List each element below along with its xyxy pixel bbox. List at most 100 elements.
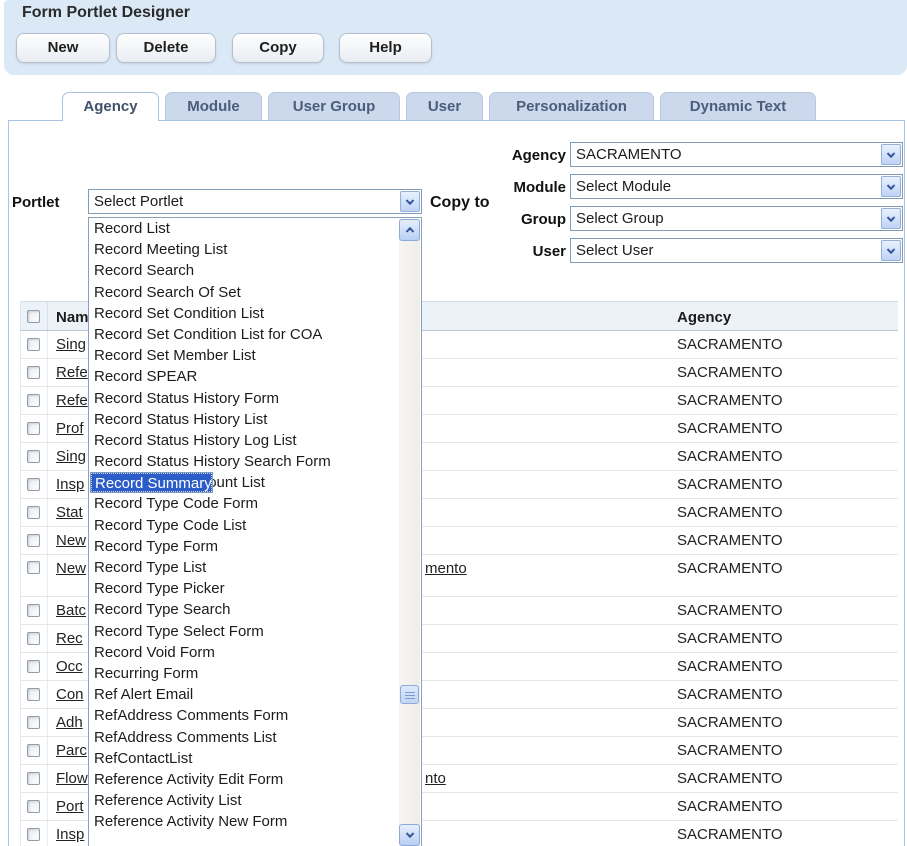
portlet-option[interactable]: Record Void Form	[90, 642, 399, 663]
row-checkbox[interactable]	[27, 422, 40, 435]
portlet-option[interactable]: Record Search Of Set	[90, 282, 399, 303]
copy-user-value: Select User	[576, 242, 654, 259]
row-checkbox[interactable]	[27, 800, 40, 813]
portlet-option[interactable]: Record Set Condition List	[90, 303, 399, 324]
portlet-option[interactable]: Record Type Search	[90, 599, 399, 620]
portlet-name-link[interactable]: Occ	[56, 658, 83, 675]
portlet-option[interactable]: Record Type List	[90, 557, 399, 578]
tab-personalization[interactable]: Personalization	[489, 92, 654, 120]
portlet-option[interactable]: Record Type Select Form	[90, 621, 399, 642]
portlet-option[interactable]: RefContactList	[90, 748, 399, 769]
portlet-name-link[interactable]: Flow	[56, 770, 88, 787]
portlet-option[interactable]: RefAddress Comments Form	[90, 705, 399, 726]
chevron-down-icon[interactable]	[881, 240, 901, 261]
portlet-name-link[interactable]: Parc	[56, 742, 87, 759]
row-checkbox[interactable]	[27, 716, 40, 729]
portlet-name-link[interactable]: Stat	[56, 504, 83, 521]
tab-user-group[interactable]: User Group	[268, 92, 400, 120]
row-checkbox[interactable]	[27, 338, 40, 351]
portlet-name-link-tail[interactable]: nto	[425, 770, 446, 787]
row-checkbox[interactable]	[27, 604, 40, 617]
portlet-option[interactable]: Record Type Picker	[90, 578, 399, 599]
new-button[interactable]: New	[16, 33, 110, 63]
tab-dynamic-text[interactable]: Dynamic Text	[660, 92, 816, 120]
row-checkbox[interactable]	[27, 660, 40, 673]
chevron-down-icon[interactable]	[881, 176, 901, 197]
row-checkbox[interactable]	[27, 744, 40, 757]
chevron-down-icon[interactable]	[881, 208, 901, 229]
portlet-option[interactable]: Reference Activity Edit Form	[90, 769, 399, 790]
portlet-name-link[interactable]: Insp	[56, 826, 84, 843]
portlet-name-link[interactable]: Prof	[56, 420, 84, 437]
portlet-option[interactable]: Record Meeting List	[90, 239, 399, 260]
row-checkbox[interactable]	[27, 534, 40, 547]
portlet-option[interactable]: Record Set Condition List for COA	[90, 324, 399, 345]
portlet-name-link[interactable]: Sing	[56, 448, 86, 465]
row-agency: SACRAMENTO	[677, 392, 783, 409]
portlet-name-link[interactable]: Adh	[56, 714, 83, 731]
row-checkbox[interactable]	[27, 632, 40, 645]
portlet-option[interactable]: Reference Activity List	[90, 790, 399, 811]
row-checkbox[interactable]	[27, 506, 40, 519]
portlet-select[interactable]: Select Portlet	[88, 189, 422, 214]
portlet-option[interactable]: RefAddress Comments List	[90, 727, 399, 748]
portlet-option[interactable]: Record Set Member List	[90, 345, 399, 366]
copy-to-label: Copy to	[430, 194, 490, 212]
portlet-name-link[interactable]: New	[56, 560, 86, 577]
portlet-option[interactable]: Reference Activity New Form	[90, 811, 399, 832]
row-checkbox[interactable]	[27, 394, 40, 407]
scroll-up-button[interactable]	[399, 219, 420, 241]
tab-agency[interactable]: Agency	[62, 92, 159, 121]
row-checkbox[interactable]	[27, 478, 40, 491]
row-agency: SACRAMENTO	[677, 476, 783, 493]
portlet-option[interactable]: Record Status History Search Form	[90, 451, 399, 472]
portlet-name-link[interactable]: Sing	[56, 336, 86, 353]
tab-user[interactable]: User	[406, 92, 483, 120]
copy-agency-select[interactable]: SACRAMENTO	[570, 142, 903, 167]
tab-module[interactable]: Module	[165, 92, 262, 120]
portlet-name-link[interactable]: Batc	[56, 602, 86, 619]
copy-button[interactable]: Copy	[232, 33, 324, 63]
delete-button[interactable]: Delete	[116, 33, 216, 63]
chevron-down-icon[interactable]	[881, 144, 901, 165]
copy-group-select[interactable]: Select Group	[570, 206, 903, 231]
portlet-name-link[interactable]: New	[56, 532, 86, 549]
row-checkbox[interactable]	[27, 450, 40, 463]
portlet-option[interactable]: Record Status History List	[90, 409, 399, 430]
row-agency: SACRAMENTO	[677, 798, 783, 815]
portlet-name-link[interactable]: Port	[56, 798, 84, 815]
copy-module-select[interactable]: Select Module	[570, 174, 903, 199]
portlet-option[interactable]: Record Search	[90, 260, 399, 281]
row-checkbox[interactable]	[27, 561, 40, 574]
dropdown-scrollbar[interactable]	[399, 219, 420, 846]
portlet-name-link[interactable]: Refe	[56, 364, 88, 381]
help-button[interactable]: Help	[339, 33, 432, 63]
portlet-option[interactable]: Record Type Form	[90, 536, 399, 557]
row-checkbox[interactable]	[27, 688, 40, 701]
portlet-name-link[interactable]: Con	[56, 686, 84, 703]
copy-module-value: Select Module	[576, 178, 671, 195]
scroll-down-button[interactable]	[399, 824, 420, 846]
chevron-down-icon[interactable]	[400, 191, 420, 212]
row-checkbox[interactable]	[27, 366, 40, 379]
portlet-name-link-tail[interactable]: mento	[425, 560, 467, 577]
portlet-name-link[interactable]: Insp	[56, 476, 84, 493]
portlet-select-value: Select Portlet	[94, 193, 183, 210]
portlet-option[interactable]: Record Status History Form	[90, 388, 399, 409]
portlet-name-link[interactable]: Rec	[56, 630, 83, 647]
row-checkbox[interactable]	[27, 828, 40, 841]
row-agency: SACRAMENTO	[677, 560, 783, 577]
copy-user-select[interactable]: Select User	[570, 238, 903, 263]
portlet-option[interactable]: Ref Alert Email	[90, 684, 399, 705]
scrollbar-thumb[interactable]	[400, 685, 419, 704]
portlet-name-link[interactable]: Refe	[56, 392, 88, 409]
portlet-option[interactable]: Record Type Code Form	[90, 493, 399, 514]
portlet-option[interactable]: Recurring Form	[90, 663, 399, 684]
portlet-option[interactable]: Record SPEAR	[90, 366, 399, 387]
portlet-option[interactable]: Record Type Code List	[90, 515, 399, 536]
select-all-checkbox[interactable]	[27, 310, 40, 323]
portlet-option[interactable]: Record Status History Log List	[90, 430, 399, 451]
portlet-option-selected[interactable]: Record Summary	[90, 472, 213, 493]
row-checkbox[interactable]	[27, 772, 40, 785]
portlet-option[interactable]: Record List	[90, 218, 399, 239]
